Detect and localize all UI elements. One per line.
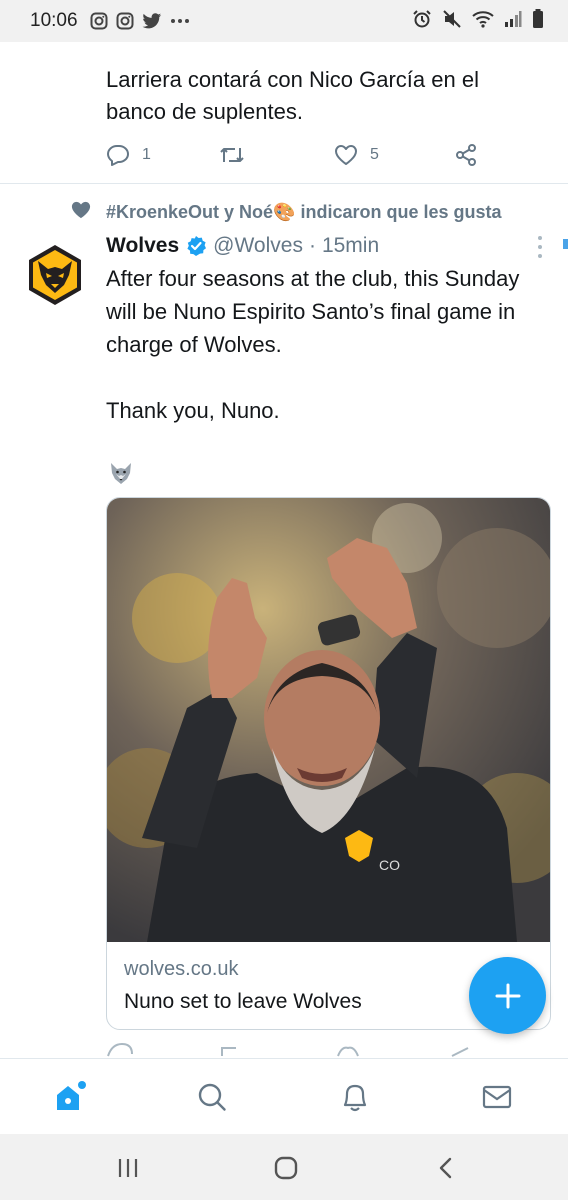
battery-icon bbox=[532, 8, 544, 34]
back-button[interactable] bbox=[432, 1154, 460, 1182]
mute-icon bbox=[442, 9, 462, 34]
social-context: #KroenkeOut y Noé🎨 indicaron que les gus… bbox=[70, 200, 502, 222]
search-icon bbox=[198, 1083, 226, 1111]
alarm-icon bbox=[412, 9, 432, 34]
author-handle: @Wolves bbox=[213, 234, 303, 257]
tweet-actions-peek bbox=[0, 1042, 568, 1058]
tweet-time: 15min bbox=[321, 234, 380, 257]
avatar[interactable] bbox=[21, 241, 89, 309]
tweet-text-line: charge of Wolves. bbox=[106, 332, 282, 357]
like-button[interactable]: 5 bbox=[334, 144, 454, 166]
signal-icon bbox=[504, 10, 522, 33]
card-domain: wolves.co.uk bbox=[124, 958, 239, 980]
verified-badge-icon bbox=[185, 235, 207, 257]
back-icon bbox=[439, 1157, 452, 1179]
tweet-header: Wolves @Wolves · 15min bbox=[106, 232, 379, 260]
messages-icon bbox=[482, 1085, 512, 1109]
reply-count: 1 bbox=[142, 146, 151, 163]
tweet-divider bbox=[0, 183, 568, 184]
status-time: 10:06 bbox=[30, 10, 78, 31]
home-button[interactable] bbox=[272, 1154, 300, 1182]
home-circle-icon bbox=[274, 1156, 298, 1180]
more-notifications-icon bbox=[170, 18, 190, 24]
bottom-nav bbox=[0, 1058, 568, 1134]
reply-button[interactable]: 1 bbox=[106, 144, 219, 166]
retweet-button[interactable] bbox=[219, 145, 334, 165]
recents-icon bbox=[118, 1159, 138, 1177]
status-right-icons bbox=[412, 8, 544, 34]
tweet-text-line: Thank you, Nuno. bbox=[106, 398, 280, 423]
plus-icon bbox=[495, 983, 520, 1008]
social-context-text[interactable]: #KroenkeOut y Noé🎨 indicaron que les gus… bbox=[106, 200, 502, 224]
recents-button[interactable] bbox=[114, 1154, 142, 1182]
wifi-icon bbox=[472, 10, 494, 33]
compose-tweet-button[interactable] bbox=[469, 957, 546, 1034]
search-tab[interactable] bbox=[192, 1077, 232, 1117]
heart-icon bbox=[335, 145, 357, 165]
tweet-text-line: After four seasons at the club, this Sun… bbox=[106, 266, 520, 291]
author-name[interactable]: Wolves bbox=[106, 234, 179, 258]
instagram-icon bbox=[116, 12, 134, 30]
card-image: CO bbox=[107, 498, 550, 942]
wolves-logo bbox=[29, 245, 81, 305]
home-tab[interactable] bbox=[50, 1077, 90, 1117]
share-button[interactable] bbox=[454, 143, 478, 167]
system-nav bbox=[0, 1134, 568, 1200]
reply-icon bbox=[107, 145, 129, 166]
more-options-icon[interactable] bbox=[534, 236, 546, 258]
separator-dot: · bbox=[308, 234, 316, 257]
svg-text:CO: CO bbox=[379, 857, 400, 873]
link-card[interactable]: CO wolves.co.uk Nuno set to leave Wolves bbox=[106, 497, 551, 1030]
card-title: Nuno set to leave Wolves bbox=[124, 990, 362, 1013]
tweet-text: Larriera contará con Nico García en el b… bbox=[106, 67, 479, 124]
tweet-text-line: will be Nuno Espirito Santo’s final game… bbox=[106, 299, 516, 324]
notifications-icon bbox=[343, 1084, 367, 1112]
scroll-indicator bbox=[563, 239, 568, 249]
home-icon bbox=[57, 1081, 86, 1110]
instagram-icon bbox=[90, 12, 108, 30]
status-bar: 10:06 bbox=[0, 0, 568, 42]
messages-tab[interactable] bbox=[477, 1077, 517, 1117]
tweet-actions: 1 5 bbox=[106, 140, 506, 170]
twitter-icon bbox=[141, 12, 162, 30]
notifications-tab[interactable] bbox=[335, 1077, 375, 1117]
retweet-icon bbox=[220, 148, 244, 162]
heart-filled-icon bbox=[71, 201, 91, 219]
wolf-emoji bbox=[108, 460, 134, 486]
like-count: 5 bbox=[370, 146, 379, 163]
share-icon bbox=[456, 144, 476, 166]
